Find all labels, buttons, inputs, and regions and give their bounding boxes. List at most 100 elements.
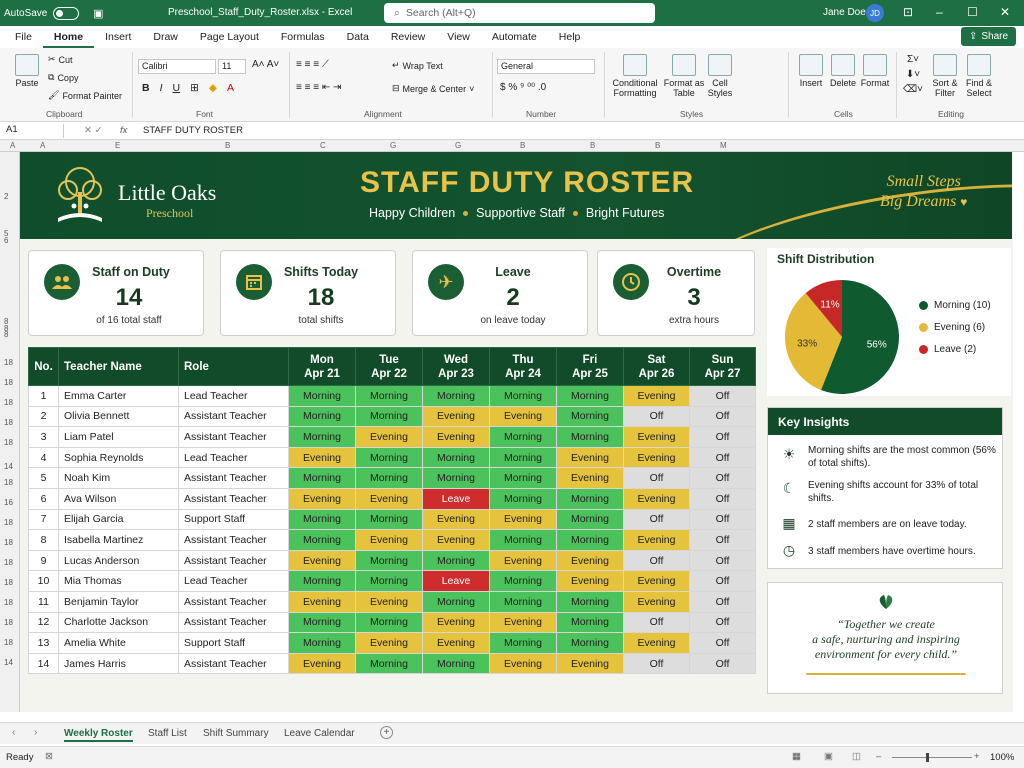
zoom-level[interactable]: 100%: [990, 752, 1014, 763]
shift-cell[interactable]: Evening: [623, 570, 690, 592]
cell-name[interactable]: Benjamin Taylor: [58, 590, 179, 613]
fx-icon[interactable]: fx: [120, 125, 127, 136]
shift-cell[interactable]: Morning: [288, 529, 356, 551]
autosum-fill-clear-buttons[interactable]: Σ˅ ⬇˅ ⌫˅: [903, 54, 923, 95]
share-button[interactable]: ⇪ Share: [961, 27, 1016, 46]
shift-cell[interactable]: Evening: [489, 652, 557, 675]
cell-role[interactable]: Assistant Teacher: [178, 590, 289, 613]
shift-cell[interactable]: Morning: [556, 529, 624, 551]
row-header[interactable]: 18: [4, 478, 13, 487]
row-header[interactable]: 18: [4, 598, 13, 607]
column-header-sat[interactable]: Sat Apr 26: [623, 347, 690, 386]
row-header[interactable]: 18: [4, 398, 13, 407]
shift-cell[interactable]: Off: [689, 446, 756, 469]
cell-name[interactable]: Lucas Anderson: [58, 549, 179, 572]
delete-cells-button[interactable]: Delete: [828, 54, 858, 88]
menu-item-automate[interactable]: Automate: [481, 26, 548, 48]
name-box[interactable]: A1: [4, 124, 64, 138]
shift-cell[interactable]: Morning: [422, 652, 490, 675]
shift-cell[interactable]: Off: [623, 508, 690, 531]
cell-no[interactable]: 14: [28, 652, 59, 675]
shift-cell[interactable]: Off: [623, 549, 690, 572]
shift-cell[interactable]: Morning: [489, 385, 557, 407]
maximize-icon[interactable]: ☐: [967, 5, 978, 19]
shift-cell[interactable]: Morning: [288, 632, 356, 654]
cancel-confirm-icons[interactable]: ✕ ✓: [84, 125, 103, 136]
menu-item-home[interactable]: Home: [42, 26, 95, 48]
cell-role[interactable]: Support Staff: [178, 508, 289, 531]
shift-cell[interactable]: Evening: [422, 426, 490, 448]
shift-cell[interactable]: Morning: [422, 549, 490, 572]
cell-no[interactable]: 3: [28, 426, 59, 448]
row-header[interactable]: 14: [4, 658, 13, 667]
cell-role[interactable]: Lead Teacher: [178, 570, 289, 592]
shift-cell[interactable]: Evening: [422, 632, 490, 654]
column-header-no[interactable]: No.: [28, 347, 59, 386]
shift-cell[interactable]: Morning: [355, 549, 423, 572]
horizontal-align-buttons[interactable]: ≡ ≡ ≡ ⇤ ⇥: [296, 82, 341, 93]
shift-cell[interactable]: Evening: [489, 611, 557, 634]
shift-cell[interactable]: Morning: [556, 487, 624, 510]
shift-cell[interactable]: Evening: [623, 590, 690, 613]
shift-cell[interactable]: Morning: [355, 385, 423, 407]
menu-item-view[interactable]: View: [436, 26, 481, 48]
number-format-buttons[interactable]: $ % ⁹ ⁰⁰ .0: [500, 82, 546, 93]
shift-cell[interactable]: Off: [623, 467, 690, 489]
column-header-mon[interactable]: Mon Apr 21: [288, 347, 356, 386]
column-header-role[interactable]: Role: [178, 347, 289, 386]
sort-filter-button[interactable]: Sort & Filter: [928, 54, 962, 98]
column-header[interactable]: B: [225, 141, 230, 150]
shift-cell[interactable]: Evening: [355, 590, 423, 613]
shift-cell[interactable]: Off: [689, 385, 756, 407]
autosave-toggle[interactable]: [53, 6, 80, 20]
paste-button[interactable]: Paste: [12, 54, 42, 88]
cell-role[interactable]: Support Staff: [178, 632, 289, 654]
shift-cell[interactable]: Evening: [556, 549, 624, 572]
shift-cell[interactable]: Off: [689, 652, 756, 675]
menu-item-insert[interactable]: Insert: [94, 26, 142, 48]
row-header[interactable]: 18: [4, 378, 13, 387]
column-header[interactable]: C: [320, 141, 326, 150]
row-header[interactable]: 18: [4, 618, 13, 627]
shift-cell[interactable]: Off: [689, 632, 756, 654]
shift-cell[interactable]: Morning: [355, 405, 423, 428]
shift-cell[interactable]: Morning: [288, 508, 356, 531]
cell-role[interactable]: Assistant Teacher: [178, 467, 289, 489]
add-sheet-icon[interactable]: +: [380, 726, 393, 739]
font-size-select[interactable]: 11: [218, 59, 246, 74]
shift-cell[interactable]: Morning: [489, 426, 557, 448]
cell-no[interactable]: 10: [28, 570, 59, 592]
shift-cell[interactable]: Evening: [556, 570, 624, 592]
shift-cell[interactable]: Evening: [422, 508, 490, 531]
tab-leave-calendar[interactable]: Leave Calendar: [284, 728, 355, 739]
shift-cell[interactable]: Off: [689, 487, 756, 510]
avatar[interactable]: JD: [866, 4, 884, 22]
menu-item-page-layout[interactable]: Page Layout: [189, 26, 270, 48]
shift-cell[interactable]: Evening: [556, 446, 624, 469]
row-header[interactable]: 18: [4, 358, 13, 367]
legend-item[interactable]: Evening (6): [919, 322, 985, 333]
shift-cell[interactable]: Evening: [422, 529, 490, 551]
shift-cell[interactable]: Off: [689, 549, 756, 572]
row-header[interactable]: 18: [4, 638, 13, 647]
shift-cell[interactable]: Morning: [556, 611, 624, 634]
tab-weekly-roster[interactable]: Weekly Roster: [64, 728, 133, 742]
row-header[interactable]: 18: [4, 558, 13, 567]
shift-cell[interactable]: Morning: [355, 652, 423, 675]
menu-item-help[interactable]: Help: [548, 26, 592, 48]
shift-cell[interactable]: Morning: [355, 467, 423, 489]
shift-cell[interactable]: Off: [689, 467, 756, 489]
shift-cell[interactable]: Morning: [288, 467, 356, 489]
column-header[interactable]: B: [655, 141, 660, 150]
menu-item-file[interactable]: File: [4, 26, 43, 48]
column-header[interactable]: A: [10, 141, 15, 150]
wrap-text-button[interactable]: ↵ Wrap Text: [392, 60, 443, 71]
shift-cell[interactable]: Morning: [355, 611, 423, 634]
row-header[interactable]: 16: [4, 498, 13, 507]
shift-cell[interactable]: Evening: [623, 385, 690, 407]
shift-cell[interactable]: Leave: [422, 570, 490, 592]
accessibility-icon[interactable]: ⊠: [45, 751, 53, 762]
search-input[interactable]: ⌕ Search (Alt+Q): [384, 3, 655, 23]
menu-item-review[interactable]: Review: [380, 26, 436, 48]
cell-role[interactable]: Assistant Teacher: [178, 487, 289, 510]
